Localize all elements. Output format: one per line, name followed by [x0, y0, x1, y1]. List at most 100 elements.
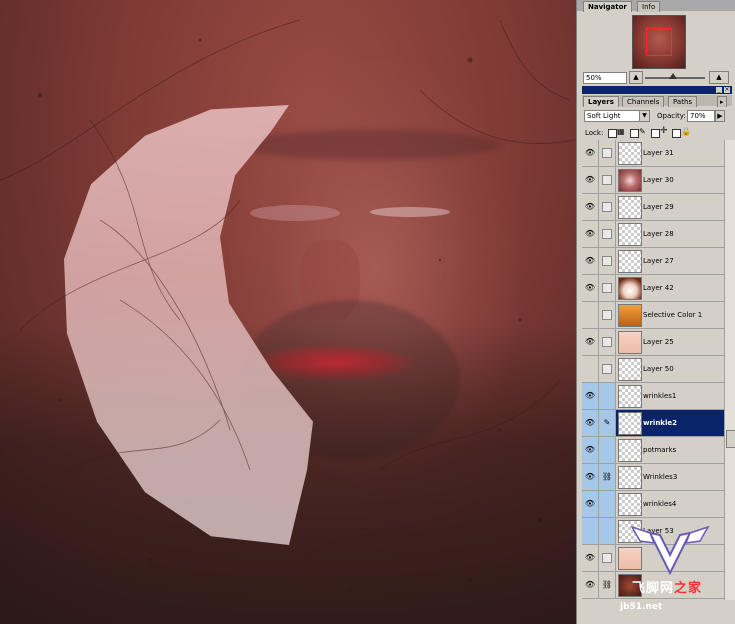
- layer-thumbnail: [618, 223, 642, 246]
- layer-name: Layer 25: [643, 338, 674, 346]
- layer-thumbnail: [618, 439, 642, 462]
- opacity-arrow-icon[interactable]: ▶: [715, 110, 725, 122]
- layer-thumbnail: [618, 466, 642, 489]
- layers-tabbar: Layers Channels Paths ▸: [582, 95, 732, 107]
- eye-icon[interactable]: 👁: [582, 194, 599, 220]
- eye-icon[interactable]: 👁: [582, 545, 599, 571]
- palette-menu-icon[interactable]: ▸: [717, 96, 727, 107]
- layer-row[interactable]: 👁 wrinkles1: [582, 383, 724, 410]
- layer-row[interactable]: 👁 Layer 31: [582, 140, 724, 167]
- layer-link-cell[interactable]: [599, 329, 616, 355]
- chevron-down-icon[interactable]: ▼: [639, 111, 649, 121]
- layer-link-cell[interactable]: [599, 302, 616, 328]
- layer-link-cell[interactable]: [599, 437, 616, 463]
- lock-position-checkbox[interactable]: [651, 129, 660, 138]
- layer-row[interactable]: 👁 potmarks: [582, 437, 724, 464]
- layer-link-cell[interactable]: [599, 545, 616, 571]
- layer-name: wrinkles4: [643, 500, 677, 508]
- zoom-slider-thumb[interactable]: [669, 73, 677, 79]
- transparency-icon: ▦: [617, 127, 625, 136]
- layer-thumbnail: [618, 250, 642, 273]
- layer-link-cell[interactable]: [599, 518, 616, 544]
- layer-name: Layer 50: [643, 365, 674, 373]
- document-canvas[interactable]: [0, 0, 576, 624]
- layer-link-cell[interactable]: [599, 491, 616, 517]
- layer-row[interactable]: 👁 Layer 27: [582, 248, 724, 275]
- layer-name: Layer 31: [643, 149, 674, 157]
- layer-row[interactable]: 👁 ⛓ Wrinkles3: [582, 464, 724, 491]
- navigator-zoom-field[interactable]: 50%: [583, 72, 627, 84]
- eye-icon[interactable]: 👁: [582, 464, 599, 490]
- tab-channels[interactable]: Channels: [622, 96, 665, 107]
- eye-icon[interactable]: 👁: [582, 221, 599, 247]
- layer-thumbnail: [618, 196, 642, 219]
- chain-link-icon[interactable]: ⛓: [599, 572, 616, 598]
- layer-row[interactable]: 👁 Layer 42: [582, 275, 724, 302]
- zoom-in-icon[interactable]: ▲: [709, 71, 729, 84]
- tab-paths[interactable]: Paths: [668, 96, 698, 107]
- layer-thumbnail: [618, 331, 642, 354]
- eye-icon[interactable]: 👁: [582, 383, 599, 409]
- navigator-thumbnail[interactable]: [632, 15, 686, 69]
- tab-navigator[interactable]: Navigator: [583, 1, 632, 12]
- layer-name: wrinkle2: [643, 419, 677, 427]
- layer-link-cell[interactable]: [599, 221, 616, 247]
- layer-link-cell[interactable]: [599, 194, 616, 220]
- chain-link-icon[interactable]: ⛓: [599, 464, 616, 490]
- zoom-slider[interactable]: [645, 73, 705, 79]
- eye-icon[interactable]: 👁: [582, 329, 599, 355]
- eye-hidden-cell[interactable]: [582, 302, 599, 328]
- layer-link-cell[interactable]: [599, 383, 616, 409]
- layer-thumbnail: [618, 358, 642, 381]
- navigator-tabbar: Navigator Info: [577, 0, 735, 12]
- padlock-icon: 🔒: [681, 127, 691, 136]
- lock-transparency-checkbox[interactable]: [608, 129, 617, 138]
- eye-icon[interactable]: 👁: [582, 167, 599, 193]
- site-watermark: 飞脚网之家 jb51.net: [618, 525, 730, 620]
- opacity-label: Opacity:: [657, 112, 686, 120]
- opacity-field[interactable]: 70%: [687, 110, 715, 122]
- layer-row[interactable]: Selective Color 1: [582, 302, 724, 329]
- layer-thumbnail: [618, 493, 642, 516]
- layer-row[interactable]: 👁 wrinkles4: [582, 491, 724, 518]
- eye-icon[interactable]: 👁: [582, 491, 599, 517]
- blend-mode-select[interactable]: Soft Light ▼: [584, 110, 650, 122]
- layer-row[interactable]: Layer 50: [582, 356, 724, 383]
- layer-name: wrinkles1: [643, 392, 677, 400]
- layers-palette-titlebar[interactable]: _ ×: [582, 86, 732, 94]
- scratch-texture: [0, 19, 576, 602]
- layer-row[interactable]: 👁 Layer 29: [582, 194, 724, 221]
- close-icon[interactable]: ×: [724, 87, 730, 93]
- paintbrush-icon[interactable]: ✎: [599, 410, 616, 436]
- layer-link-cell[interactable]: [599, 140, 616, 166]
- eye-hidden-cell[interactable]: [582, 518, 599, 544]
- layer-link-cell[interactable]: [599, 356, 616, 382]
- watermark-brand-1: 飞脚网: [632, 581, 675, 596]
- layer-link-cell[interactable]: [599, 248, 616, 274]
- lock-all-checkbox[interactable]: [672, 129, 681, 138]
- layer-row-selected[interactable]: 👁 ✎ wrinkle2: [582, 410, 724, 437]
- eye-icon[interactable]: 👁: [582, 410, 599, 436]
- minimize-icon[interactable]: _: [716, 87, 722, 93]
- layer-row[interactable]: 👁 Layer 25: [582, 329, 724, 356]
- lock-pixels-checkbox[interactable]: [630, 129, 639, 138]
- tab-info[interactable]: Info: [637, 1, 661, 12]
- layer-link-cell[interactable]: [599, 167, 616, 193]
- layer-row[interactable]: 👁 Layer 28: [582, 221, 724, 248]
- navigator-view-box[interactable]: [646, 28, 672, 56]
- layer-link-cell[interactable]: [599, 275, 616, 301]
- eye-icon[interactable]: 👁: [582, 248, 599, 274]
- layer-row[interactable]: 👁 Layer 30: [582, 167, 724, 194]
- eye-hidden-cell[interactable]: [582, 356, 599, 382]
- layer-name: Selective Color 1: [643, 311, 703, 319]
- layer-name: Wrinkles3: [643, 473, 678, 481]
- zoom-out-icon[interactable]: ▲: [629, 71, 643, 84]
- watermark-brand: 飞脚网之家: [632, 577, 702, 596]
- eye-icon[interactable]: 👁: [582, 572, 599, 598]
- eye-icon[interactable]: 👁: [582, 140, 599, 166]
- eye-icon[interactable]: 👁: [582, 275, 599, 301]
- scrollbar-thumb[interactable]: [726, 430, 735, 448]
- layer-name: Layer 29: [643, 203, 674, 211]
- eye-icon[interactable]: 👁: [582, 437, 599, 463]
- tab-layers[interactable]: Layers: [583, 96, 619, 107]
